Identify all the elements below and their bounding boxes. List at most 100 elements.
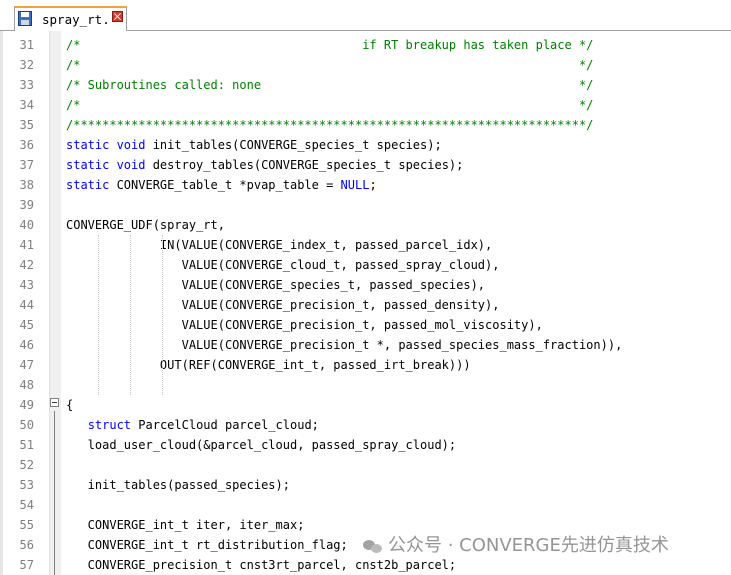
- line-number: 45: [19, 318, 34, 332]
- code-token: VALUE(CONVERGE_cloud_t, passed_spray_clo…: [66, 258, 500, 272]
- line-number: 43: [19, 278, 34, 292]
- line-number: 50: [19, 418, 34, 432]
- code-text: static void destroy_tables(CONVERGE_spec…: [66, 155, 463, 175]
- code-line[interactable]: 32 /* */: [0, 55, 731, 75]
- line-number: 38: [19, 178, 34, 192]
- comment-token: /* */: [66, 98, 594, 112]
- code-text: load_user_cloud(&parcel_cloud, passed_sp…: [66, 435, 456, 455]
- code-line[interactable]: 38 static CONVERGE_table_t *pvap_table = …: [0, 175, 731, 195]
- code-line[interactable]: 54: [0, 495, 731, 515]
- wechat-icon: [363, 538, 383, 554]
- code-line[interactable]: 45 VALUE(CONVERGE_precision_t, passed_mo…: [0, 315, 731, 335]
- code-token: load_user_cloud(&parcel_cloud, passed_sp…: [66, 438, 457, 452]
- keyword-token: static void: [66, 158, 146, 172]
- code-text: static CONVERGE_table_t *pvap_table = NU…: [66, 175, 377, 195]
- code-token: ;: [369, 178, 377, 192]
- line-number: 57: [19, 558, 34, 572]
- indent-guide: [130, 235, 131, 395]
- code-line[interactable]: 50 struct ParcelCloud parcel_cloud;: [0, 415, 731, 435]
- code-text: CONVERGE_UDF(spray_rt,: [66, 215, 225, 235]
- line-number: 37: [19, 158, 34, 172]
- code-line[interactable]: 52: [0, 455, 731, 475]
- keyword-token: static void: [66, 138, 146, 152]
- code-text: VALUE(CONVERGE_precision_t *, passed_spe…: [66, 335, 623, 355]
- line-number: 44: [19, 298, 34, 312]
- indent-guide: [162, 235, 163, 395]
- code-text: struct ParcelCloud parcel_cloud;: [66, 415, 319, 435]
- code-token: VALUE(CONVERGE_precision_t, passed_mol_v…: [66, 318, 543, 332]
- code-text: init_tables(passed_species);: [66, 475, 290, 495]
- tab-bar: spray_rt.: [0, 0, 731, 31]
- watermark-text: 公众号 · CONVERGE先进仿真技术: [388, 535, 669, 556]
- watermark: 公众号 · CONVERGE先进仿真技术: [363, 531, 669, 559]
- code-text: CONVERGE_int_t rt_distribution_flag;: [66, 535, 348, 555]
- code-line[interactable]: 41 IN(VALUE(CONVERGE_index_t, passed_par…: [0, 235, 731, 255]
- code-token: ParcelCloud parcel_cloud;: [131, 418, 319, 432]
- line-number: 56: [19, 538, 34, 552]
- code-token: VALUE(CONVERGE_species_t, passed_species…: [66, 278, 486, 292]
- code-line[interactable]: 34 /* */: [0, 95, 731, 115]
- code-text: VALUE(CONVERGE_precision_t, passed_mol_v…: [66, 315, 543, 335]
- code-line[interactable]: 49 {: [0, 395, 731, 415]
- line-number: 54: [19, 498, 34, 512]
- code-text: VALUE(CONVERGE_species_t, passed_species…: [66, 275, 485, 295]
- line-number: 47: [19, 358, 34, 372]
- line-number: 46: [19, 338, 34, 352]
- code-token: init_tables(passed_species);: [66, 478, 290, 492]
- code-text: /* Subroutines called: none */: [66, 75, 593, 95]
- line-number: 41: [19, 238, 34, 252]
- code-line[interactable]: 53 init_tables(passed_species);: [0, 475, 731, 495]
- code-line[interactable]: 51 load_user_cloud(&parcel_cloud, passed…: [0, 435, 731, 455]
- code-token: CONVERGE_table_t *pvap_table =: [109, 178, 341, 192]
- code-token: VALUE(CONVERGE_precision_t, passed_densi…: [66, 298, 500, 312]
- code-line[interactable]: 31 /* if RT breakup has taken place */: [0, 35, 731, 55]
- save-file-icon: [18, 11, 32, 26]
- code-line[interactable]: 43 VALUE(CONVERGE_species_t, passed_spec…: [0, 275, 731, 295]
- code-text: static void init_tables(CONVERGE_species…: [66, 135, 442, 155]
- code-line[interactable]: 39: [0, 195, 731, 215]
- comment-token: /* Subroutines called: none */: [66, 78, 594, 92]
- keyword-token: struct: [87, 418, 132, 432]
- code-line[interactable]: 44 VALUE(CONVERGE_precision_t, passed_de…: [0, 295, 731, 315]
- line-number: 48: [19, 378, 34, 392]
- line-number: 42: [19, 258, 34, 272]
- code-token: CONVERGE_UDF(spray_rt,: [66, 218, 225, 232]
- code-line[interactable]: 47 OUT(REF(CONVERGE_int_t, passed_irt_br…: [0, 355, 731, 375]
- code-token: {: [66, 398, 74, 412]
- keyword-token: static: [66, 178, 110, 192]
- line-number: 51: [19, 438, 34, 452]
- code-text: {: [66, 395, 73, 415]
- line-number: 53: [19, 478, 34, 492]
- code-token: destroy_tables(CONVERGE_species_t specie…: [145, 158, 464, 172]
- line-number: 49: [19, 398, 34, 412]
- code-text: OUT(REF(CONVERGE_int_t, passed_irt_break…: [66, 355, 471, 375]
- code-text: VALUE(CONVERGE_cloud_t, passed_spray_clo…: [66, 255, 500, 275]
- code-line[interactable]: 37 static void destroy_tables(CONVERGE_sp…: [0, 155, 731, 175]
- line-number: 40: [19, 218, 34, 232]
- tab-title: spray_rt.: [42, 12, 110, 27]
- code-token: CONVERGE_int_t rt_distribution_flag;: [66, 538, 348, 552]
- line-number: 31: [19, 38, 34, 52]
- line-number: 34: [19, 98, 34, 112]
- line-number: 33: [19, 78, 34, 92]
- keyword-token: NULL: [340, 178, 370, 192]
- code-line[interactable]: 40 CONVERGE_UDF(spray_rt,: [0, 215, 731, 235]
- tab-spray-rt[interactable]: spray_rt.: [14, 6, 127, 31]
- code-line[interactable]: 48: [0, 375, 731, 395]
- code-text: /* if RT breakup has taken place */: [66, 35, 593, 55]
- code-line[interactable]: 33 /* Subroutines called: none */: [0, 75, 731, 95]
- code-token: CONVERGE_precision_t cnst3rt_parcel, cns…: [66, 558, 457, 572]
- code-token: init_tables(CONVERGE_species_t species);: [145, 138, 442, 152]
- indent-guide: [98, 235, 99, 395]
- code-line[interactable]: 42 VALUE(CONVERGE_cloud_t, passed_spray_…: [0, 255, 731, 275]
- code-line[interactable]: 35 /*************************************…: [0, 115, 731, 135]
- line-number: 55: [19, 518, 34, 532]
- code-text: /* */: [66, 95, 593, 115]
- comment-token: /* */: [66, 58, 594, 72]
- line-number: 39: [19, 198, 34, 212]
- code-line[interactable]: 36 static void init_tables(CONVERGE_speci…: [0, 135, 731, 155]
- close-icon[interactable]: [112, 11, 123, 22]
- code-line[interactable]: 46 VALUE(CONVERGE_precision_t *, passed_…: [0, 335, 731, 355]
- line-number: 35: [19, 118, 34, 132]
